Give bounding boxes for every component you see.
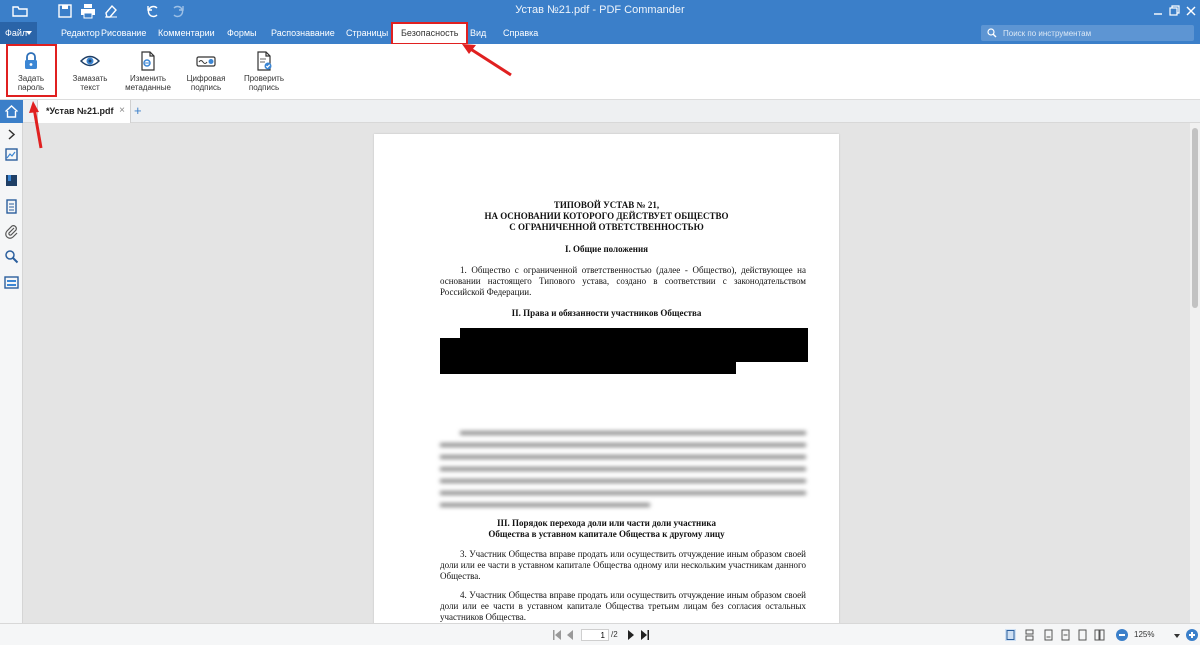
two-page-view-icon[interactable]	[1094, 629, 1105, 641]
edit-metadata-label: Изменить метаданные	[125, 74, 171, 92]
redaction-bar	[440, 338, 808, 362]
zoom-out-button[interactable]	[1116, 629, 1128, 641]
document-tabs: *Устав №21.pdf × +	[0, 100, 1200, 123]
home-button[interactable]	[0, 100, 23, 123]
menu-drawing[interactable]: Рисование	[101, 22, 146, 44]
tab-document[interactable]: *Устав №21.pdf ×	[37, 100, 131, 123]
doc-heading-line2: НА ОСНОВАНИИ КОТОРОГО ДЕЙСТВУЕТ ОБЩЕСТВО	[484, 211, 729, 221]
tool-search	[981, 25, 1194, 41]
menu-file-label: Файл	[5, 28, 28, 38]
pdf-page[interactable]: ТИПОВОЙ УСТАВ № 21, НА ОСНОВАНИИ КОТОРОГ…	[374, 134, 839, 623]
scrollbar-thumb[interactable]	[1192, 128, 1198, 308]
new-tab-button[interactable]: +	[134, 103, 146, 119]
section2-title: II. Права и обязанности участников Общес…	[511, 308, 702, 318]
menu-file[interactable]: Файл	[0, 22, 37, 44]
redaction-bar	[460, 328, 808, 338]
previous-page-icon[interactable]	[566, 629, 574, 641]
continuous-view-icon[interactable]	[1024, 629, 1035, 641]
last-page-icon[interactable]	[640, 629, 650, 641]
paragraph-4: 4. Участник Общества вправе продать или …	[440, 590, 806, 623]
fit-width-icon[interactable]	[1060, 629, 1071, 641]
title-bar: Устав №21.pdf - PDF Commander	[0, 0, 1200, 22]
thumbnails-icon[interactable]	[4, 147, 19, 162]
restore-icon[interactable]	[1166, 3, 1182, 19]
redact-text-button[interactable]: Замазать текст	[66, 44, 114, 100]
layers-icon[interactable]	[4, 275, 19, 290]
edit-metadata-button[interactable]: Изменить метаданные	[122, 44, 174, 100]
attachment-icon[interactable]	[4, 224, 19, 239]
section1-title: I. Общие положения	[564, 244, 649, 254]
verify-document-icon	[257, 51, 272, 71]
pages-icon[interactable]	[4, 199, 19, 214]
home-icon	[5, 105, 18, 118]
menu-forms[interactable]: Формы	[227, 22, 257, 44]
menu-recognition[interactable]: Распознавание	[271, 22, 335, 44]
redact-text-label: Замазать текст	[72, 74, 108, 92]
menu-bar: Файл Редактор Рисование Комментарии Форм…	[0, 22, 1200, 45]
zoom-select[interactable]: 125%	[1131, 628, 1183, 642]
document-view[interactable]: ТИПОВОЙ УСТАВ № 21, НА ОСНОВАНИИ КОТОРОГ…	[23, 123, 1190, 623]
signature-icon	[196, 56, 216, 67]
close-icon[interactable]	[1183, 3, 1199, 19]
chevron-down-icon	[26, 31, 32, 35]
tab-document-title: *Устав №21.pdf	[46, 106, 114, 116]
actual-size-icon[interactable]	[1077, 629, 1088, 641]
verify-signature-button[interactable]: Проверить подпись	[239, 44, 289, 100]
doc-heading-line3: С ОГРАНИЧЕННОЙ ОТВЕТСТВЕННОСТЬЮ	[509, 222, 704, 232]
window-title: Устав №21.pdf - PDF Commander	[515, 4, 685, 16]
paragraph-4-text: 4. Участник Общества вправе продать или …	[440, 590, 806, 622]
search-icon	[987, 28, 997, 38]
paragraph-1-text: 1. Общество с ограниченной ответственнос…	[440, 265, 806, 297]
menu-view[interactable]: Вид	[470, 22, 486, 44]
blurred-text	[440, 431, 806, 513]
chevron-down-icon	[1174, 634, 1180, 638]
digital-signature-button[interactable]: Цифровая подпись	[181, 44, 231, 100]
verify-signature-label: Проверить подпись	[243, 74, 284, 92]
menu-security[interactable]: Безопасность	[391, 22, 469, 45]
fit-page-icon[interactable]	[1043, 629, 1054, 641]
section3-title-line2: Общества в уставном капитале Общества к …	[488, 529, 725, 539]
highlight-frame	[6, 44, 57, 97]
chevron-right-icon[interactable]	[4, 127, 19, 142]
menu-editor[interactable]: Редактор	[61, 22, 100, 44]
search-input[interactable]	[1003, 26, 1188, 40]
current-page-input[interactable]	[581, 629, 609, 641]
section3-title-line1: III. Порядок перехода доли или части дол…	[497, 518, 716, 528]
left-sidebar	[0, 123, 23, 623]
metadata-icon	[141, 51, 155, 71]
page-total: /2	[611, 630, 618, 639]
next-page-icon[interactable]	[627, 629, 635, 641]
digital-signature-label: Цифровая подпись	[186, 74, 226, 92]
search-icon[interactable]	[4, 249, 19, 264]
paragraph-1: 1. Общество с ограниченной ответственнос…	[440, 265, 806, 298]
eye-icon	[80, 55, 100, 67]
bookmarks-icon[interactable]	[4, 173, 19, 188]
vertical-scrollbar[interactable]	[1190, 123, 1200, 623]
redaction-bar	[440, 362, 736, 374]
menu-pages[interactable]: Страницы	[346, 22, 388, 44]
ribbon-toolbar: Задать пароль Замазать текст Изменить ме…	[0, 44, 1200, 100]
first-page-icon[interactable]	[552, 629, 562, 641]
menu-comments[interactable]: Комментарии	[158, 22, 215, 44]
paragraph-3-text: 3. Участник Общества вправе продать или …	[440, 549, 806, 581]
single-page-view-icon[interactable]	[1005, 629, 1016, 641]
minimize-icon[interactable]	[1150, 3, 1166, 19]
menu-help[interactable]: Справка	[503, 22, 538, 44]
zoom-in-button[interactable]	[1186, 629, 1198, 641]
zoom-value: 125%	[1134, 630, 1155, 639]
doc-heading-line1: ТИПОВОЙ УСТАВ № 21,	[553, 200, 660, 210]
paragraph-3: 3. Участник Общества вправе продать или …	[440, 549, 806, 582]
status-bar: /2 125%	[0, 623, 1200, 645]
close-tab-icon[interactable]: ×	[119, 105, 125, 116]
